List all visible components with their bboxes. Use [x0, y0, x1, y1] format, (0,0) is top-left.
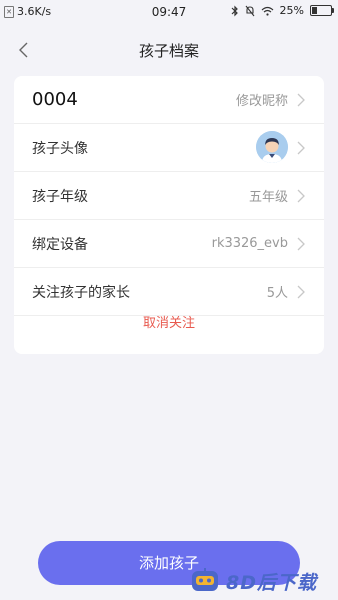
device-row[interactable]: 绑定设备 rk3326_evb: [14, 220, 324, 268]
device-value: rk3326_evb: [211, 236, 288, 251]
grade-label: 孩子年级: [32, 188, 88, 205]
mute-icon: [245, 5, 254, 16]
status-right: 25%: [231, 4, 334, 17]
status-bar: ✕ 3.6K/s 09:47 25%: [0, 0, 338, 24]
chevron-right-icon: [297, 141, 305, 154]
chevron-right-icon: [297, 189, 305, 202]
watermark: 8D后下载: [190, 564, 336, 598]
battery-icon: [310, 5, 334, 16]
parents-count: 5人: [266, 286, 288, 301]
nickname-value: 0004: [32, 89, 78, 110]
parents-label: 关注孩子的家长: [32, 284, 130, 301]
bluetooth-icon: [231, 5, 238, 16]
avatar-label: 孩子头像: [32, 140, 88, 157]
avatar-row[interactable]: 孩子头像: [14, 124, 324, 172]
device-label: 绑定设备: [32, 236, 88, 253]
grade-row[interactable]: 孩子年级 五年级: [14, 172, 324, 220]
grade-value: 五年级: [248, 190, 288, 205]
profile-card: 0004 修改昵称 孩子头像 孩子年级 五年级 绑定设备 rk3326_evb …: [14, 76, 324, 354]
parents-row[interactable]: 关注孩子的家长 5人: [14, 268, 324, 316]
nickname-row[interactable]: 0004 修改昵称: [14, 76, 324, 124]
nav-bar: 孩子档案: [0, 28, 338, 72]
chevron-right-icon: [297, 237, 305, 250]
chevron-right-icon: [297, 285, 305, 298]
avatar[interactable]: [256, 131, 288, 163]
page-title: 孩子档案: [138, 42, 199, 60]
battery-percent: 25%: [279, 4, 304, 17]
cancel-follow-button[interactable]: 取消关注: [14, 312, 324, 331]
wifi-icon: [261, 6, 273, 16]
battery-fill: [312, 7, 317, 14]
robot-logo-icon: [192, 568, 218, 591]
boy-avatar-icon: [256, 131, 288, 163]
chevron-right-icon: [297, 93, 305, 106]
watermark-text: 8D后下载: [226, 571, 317, 594]
edit-nickname-link[interactable]: 修改昵称: [236, 90, 288, 109]
